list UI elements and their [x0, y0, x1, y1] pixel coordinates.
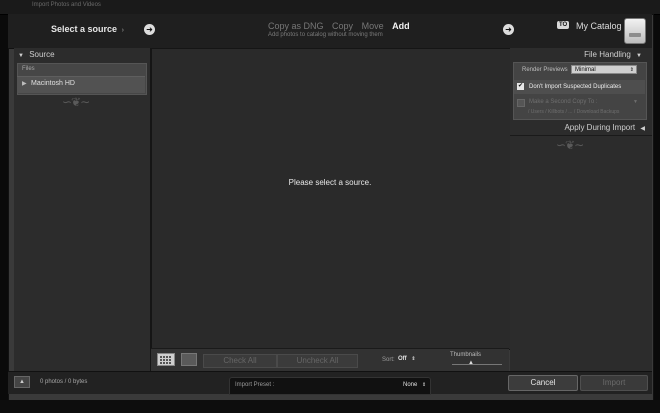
mode-add[interactable]: Add	[392, 21, 410, 31]
render-previews-select[interactable]: Minimal ⇕	[571, 65, 637, 74]
slider-knob-icon[interactable]: ▲	[468, 360, 474, 366]
dont-import-duplicates-checkbox[interactable]: ✔	[517, 83, 524, 90]
sort-value: Off	[398, 356, 407, 362]
background-strip	[0, 400, 660, 413]
import-button[interactable]: Import	[580, 375, 648, 391]
select-source-button[interactable]: Select a source ›	[51, 24, 124, 34]
select-arrow-icon: ⇕	[629, 67, 634, 73]
source-panel-header[interactable]: ▼ Source	[14, 48, 154, 62]
collapse-triangle-icon: ▼	[18, 53, 24, 59]
expand-dialog-button[interactable]: ▲	[14, 376, 30, 388]
file-handling-header[interactable]: File Handling ▼	[510, 48, 652, 62]
import-preset-select[interactable]: None ⇕	[403, 382, 426, 388]
sort-dropdown[interactable]: Off ⇕	[398, 356, 416, 362]
file-handling-title: File Handling	[584, 50, 631, 59]
preview-area	[151, 48, 511, 350]
panel-end-flourish-icon: ∽❦∼	[62, 95, 90, 109]
loupe-view-button[interactable]	[181, 353, 197, 366]
check-all-button[interactable]: Check All	[203, 354, 277, 368]
mode-copy[interactable]: Copy	[332, 21, 353, 31]
updown-icon: ⇕	[411, 356, 416, 362]
to-badge: TO	[557, 21, 570, 29]
sort-label: Sort:	[382, 357, 395, 363]
second-copy-checkbox[interactable]	[517, 99, 525, 107]
empty-state-message: Please select a source.	[288, 178, 372, 187]
collapse-triangle-icon: ▼	[636, 53, 642, 59]
panel-end-flourish-icon: ∽❦∼	[556, 138, 584, 152]
import-mode-selector: Copy as DNG Copy Move Add	[268, 21, 416, 31]
hard-drive-icon	[624, 18, 646, 44]
window-title: Import Photos and Videos	[32, 2, 101, 8]
disclosure-triangle-icon[interactable]: ▶	[22, 80, 27, 87]
updown-icon: ⇕	[422, 382, 427, 388]
arrow-right-icon[interactable]: ➜	[144, 24, 155, 35]
render-previews-value: Minimal	[575, 67, 596, 73]
source-panel-title: Source	[29, 50, 55, 59]
thumbnail-size-slider[interactable]	[452, 364, 502, 365]
second-copy-label: Make a Second Copy To :	[529, 99, 598, 105]
mode-description: Add photos to catalog without moving the…	[268, 32, 383, 38]
dropdown-arrow-icon[interactable]: ▼	[633, 99, 638, 105]
grid-icon	[160, 356, 171, 364]
render-previews-label: Render Previews	[522, 67, 568, 73]
apply-during-import-title: Apply During Import	[564, 123, 636, 132]
destination-catalog[interactable]: My Catalog	[576, 21, 622, 31]
apply-during-import-header[interactable]: Apply During Import ◀	[510, 121, 652, 136]
mode-copy-as-dng[interactable]: Copy as DNG	[268, 21, 324, 31]
files-label: Files	[22, 66, 35, 72]
collapse-triangle-left-icon: ◀	[640, 126, 645, 132]
grid-view-button[interactable]	[157, 353, 175, 366]
mode-move[interactable]: Move	[362, 21, 384, 31]
photo-count: 0 photos / 0 bytes	[40, 379, 88, 385]
second-copy-path: / Users / Killbots / ... / Download Back…	[528, 109, 620, 115]
cancel-button[interactable]: Cancel	[508, 375, 578, 391]
arrow-right-icon[interactable]: ➜	[503, 24, 514, 35]
thumbnails-label: Thumbnails	[450, 352, 482, 358]
import-preset-value: None	[403, 382, 418, 388]
source-chevron-icon: ›	[121, 27, 124, 34]
select-source-label: Select a source	[51, 24, 118, 34]
volume-label: Macintosh HD	[31, 80, 75, 87]
uncheck-all-button[interactable]: Uncheck All	[277, 354, 358, 368]
dont-import-duplicates-label: Don't Import Suspected Duplicates	[529, 84, 622, 90]
import-preset-label: Import Preset :	[235, 382, 275, 388]
window-titlebar: Import Photos and Videos	[0, 0, 660, 15]
